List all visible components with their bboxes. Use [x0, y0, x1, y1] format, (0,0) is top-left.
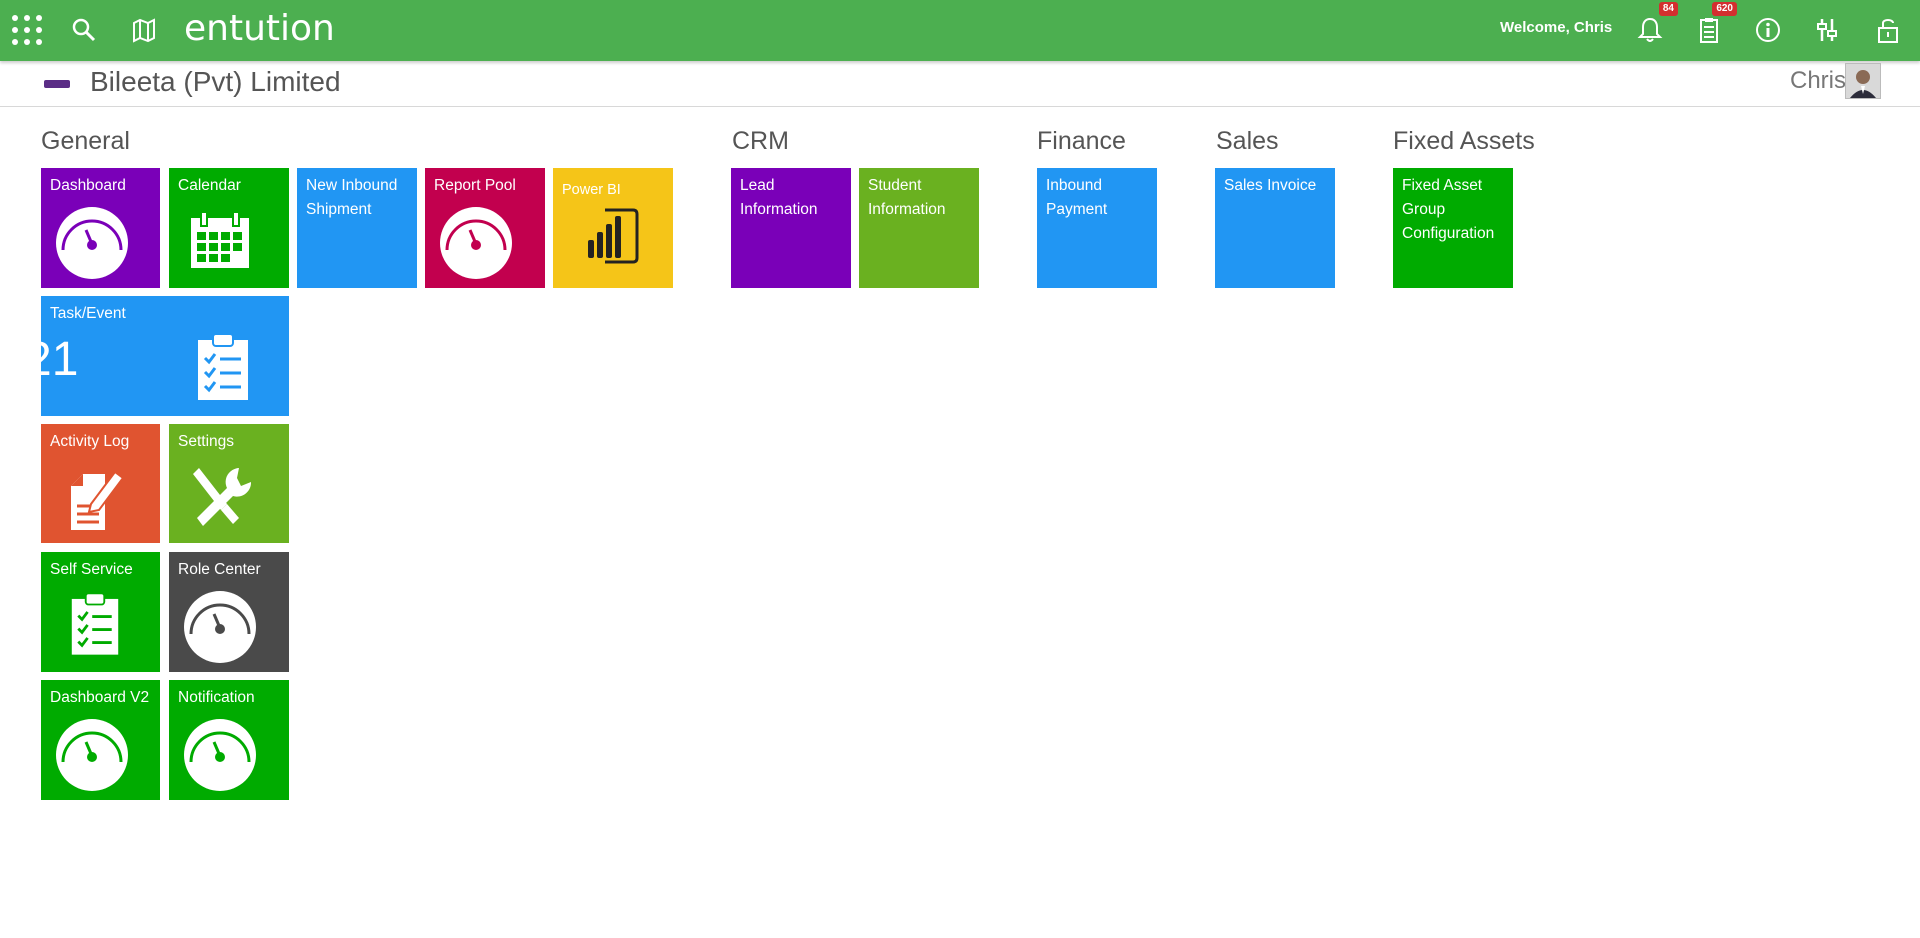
tools-icon[interactable] — [1809, 12, 1845, 48]
tile-label: Notification — [178, 689, 255, 706]
info-icon[interactable] — [1750, 12, 1786, 48]
gauge-icon — [56, 719, 128, 791]
edit-document-icon — [71, 470, 125, 530]
company-name: Bileeta (Pvt) Limited — [90, 66, 341, 97]
task-event-count: 21 — [41, 333, 79, 386]
tile-task-event[interactable]: Task/Event 21 — [41, 296, 289, 416]
tile-label: Calendar — [178, 177, 241, 194]
tile-label: New Inbound Shipment — [306, 177, 398, 218]
tile-label: Power BI — [562, 182, 621, 198]
tile-label: Fixed Asset Group Configuration — [1402, 177, 1495, 242]
tile-label: Role Center — [178, 561, 261, 578]
tile-sales-invoice[interactable]: Sales Invoice — [1215, 168, 1335, 288]
tile-settings[interactable]: Settings — [169, 424, 289, 543]
clipboard-icon — [198, 333, 248, 400]
tools-icon — [193, 468, 252, 526]
lock-icon[interactable] — [1870, 12, 1906, 48]
section-general: General — [41, 127, 130, 155]
tile-label: Student Information — [868, 177, 946, 218]
top-bar: entution Welcome, Chris 84 620 — [0, 0, 1920, 61]
tile-label: Self Service — [50, 561, 133, 578]
tile-role-center[interactable]: Role Center — [169, 552, 289, 672]
welcome-text: Welcome, Chris — [1500, 19, 1613, 36]
tile-label: Activity Log — [50, 433, 130, 450]
gauge-icon — [184, 719, 256, 791]
clipboard-icon[interactable]: 620 — [1691, 2, 1737, 48]
tile-lead-information[interactable]: Lead Information — [731, 168, 851, 288]
gauge-icon — [440, 207, 512, 279]
tile-notification[interactable]: Notification — [169, 680, 289, 800]
tile-inbound-payment[interactable]: Inbound Payment — [1037, 168, 1157, 288]
tile-student-information[interactable]: Student Information — [859, 168, 979, 288]
gauge-icon — [184, 591, 256, 663]
section-fixed-assets: Fixed Assets — [1393, 127, 1535, 155]
calendar-icon — [191, 211, 249, 268]
tile-calendar[interactable]: Calendar — [169, 168, 289, 288]
avatar[interactable] — [1845, 63, 1881, 99]
tile-label: Lead Information — [740, 177, 818, 218]
tile-new-inbound-shipment[interactable]: New Inbound Shipment — [297, 168, 417, 288]
tile-fixed-asset-group-configuration[interactable]: Fixed Asset Group Configuration — [1393, 168, 1513, 288]
company-logo — [44, 80, 70, 88]
section-sales: Sales — [1216, 127, 1279, 155]
user-name[interactable]: Chris — [1790, 67, 1846, 95]
tile-label: Dashboard V2 — [50, 689, 150, 706]
tile-label: Settings — [178, 433, 235, 450]
tile-label: Dashboard — [50, 177, 126, 194]
tile-self-service[interactable]: Self Service — [41, 552, 160, 672]
section-crm: CRM — [732, 127, 789, 155]
grid-icon[interactable] — [9, 12, 45, 48]
tile-label: Inbound Payment — [1046, 177, 1108, 218]
tile-dashboard-v2[interactable]: Dashboard V2 — [41, 680, 160, 800]
gauge-icon — [56, 207, 128, 279]
search-icon[interactable] — [66, 12, 102, 48]
section-finance: Finance — [1037, 127, 1126, 155]
app-logo: entution — [184, 8, 335, 49]
tile-label: Task/Event — [50, 305, 126, 322]
map-icon[interactable] — [126, 12, 162, 48]
tile-power-bi[interactable]: Power BI — [553, 168, 673, 288]
power-bi-icon — [588, 208, 639, 264]
tile-activity-log[interactable]: Activity Log — [41, 424, 160, 543]
clipboard-icon — [71, 592, 119, 655]
tile-dashboard[interactable]: Dashboard — [41, 168, 160, 288]
tile-label: Sales Invoice — [1224, 177, 1317, 194]
notifications-badge: 84 — [1658, 2, 1678, 16]
bell-icon[interactable]: 84 — [1632, 2, 1678, 48]
tile-label: Report Pool — [434, 177, 516, 194]
tasks-badge: 620 — [1712, 2, 1737, 16]
tile-report-pool[interactable]: Report Pool — [425, 168, 545, 288]
